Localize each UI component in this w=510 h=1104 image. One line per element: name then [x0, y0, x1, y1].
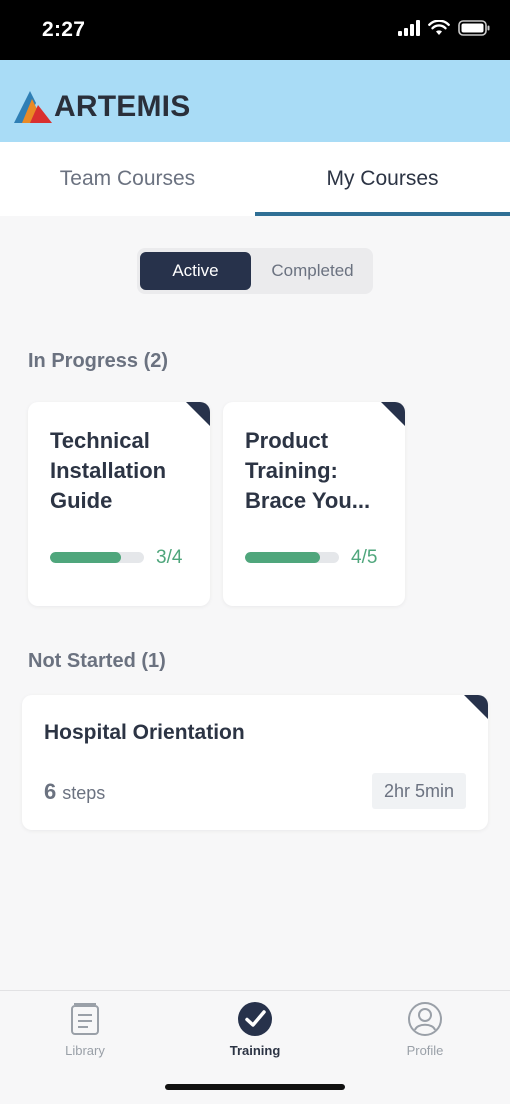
nav-training[interactable]: Training [200, 999, 310, 1065]
cellular-signal-icon [398, 20, 420, 36]
course-progress-label: 4/5 [351, 547, 378, 568]
course-duration-badge: 2hr 5min [371, 773, 466, 809]
nav-label: Profile [406, 1043, 444, 1058]
card-corner-marker [464, 695, 488, 719]
course-steps: 6 steps [44, 779, 105, 805]
nav-label: Training [229, 1043, 281, 1058]
card-corner-marker [186, 402, 210, 426]
steps-label: steps [62, 783, 106, 803]
battery-icon [458, 20, 490, 36]
app-header: ARTEMIS [0, 60, 510, 142]
artemis-logo: ARTEMIS [14, 90, 190, 124]
home-indicator[interactable] [165, 1084, 345, 1090]
library-icon [68, 999, 102, 1039]
wifi-icon [428, 20, 450, 35]
course-progress-fill [50, 552, 121, 563]
not-started-heading: Not Started (1) [28, 650, 166, 672]
status-filter-segment: Active Completed [137, 248, 373, 294]
filter-active-button[interactable]: Active [140, 252, 251, 290]
course-card-product-training[interactable]: Product Training: Brace You... 4/5 [223, 402, 405, 606]
steps-count: 6 [44, 779, 57, 804]
tab-team-courses[interactable]: Team Courses [0, 142, 255, 216]
status-icons [398, 20, 490, 36]
logo-text: ARTEMIS [54, 90, 191, 123]
tab-my-courses[interactable]: My Courses [255, 142, 510, 216]
status-time: 2:27 [42, 18, 86, 41]
active-tab-indicator [255, 212, 510, 216]
course-title: Hospital Orientation [44, 721, 245, 744]
course-tabs: Team Courses My Courses [0, 142, 510, 216]
course-progress-bar [245, 552, 339, 563]
artemis-logo-mark-icon [14, 91, 52, 123]
nav-library[interactable]: Library [30, 999, 140, 1065]
checkmark-circle-icon [237, 999, 273, 1039]
nav-label: Library [65, 1043, 105, 1058]
filter-completed-button[interactable]: Completed [255, 252, 370, 290]
course-card-technical-installation-guide[interactable]: Technical Installation Guide 3/4 [28, 402, 210, 606]
course-progress-bar [50, 552, 144, 563]
nav-profile[interactable]: Profile [370, 999, 480, 1065]
status-bar: 2:27 [0, 0, 510, 60]
in-progress-heading: In Progress (2) [28, 350, 169, 372]
profile-icon [407, 999, 443, 1039]
course-progress-label: 3/4 [156, 547, 183, 568]
course-card-hospital-orientation[interactable]: Hospital Orientation 6 steps 2hr 5min [22, 695, 488, 830]
card-corner-marker [381, 402, 405, 426]
course-progress-fill [245, 552, 321, 563]
course-title: Technical Installation Guide [50, 428, 167, 513]
course-title: Product Training: Brace You... [245, 428, 371, 513]
